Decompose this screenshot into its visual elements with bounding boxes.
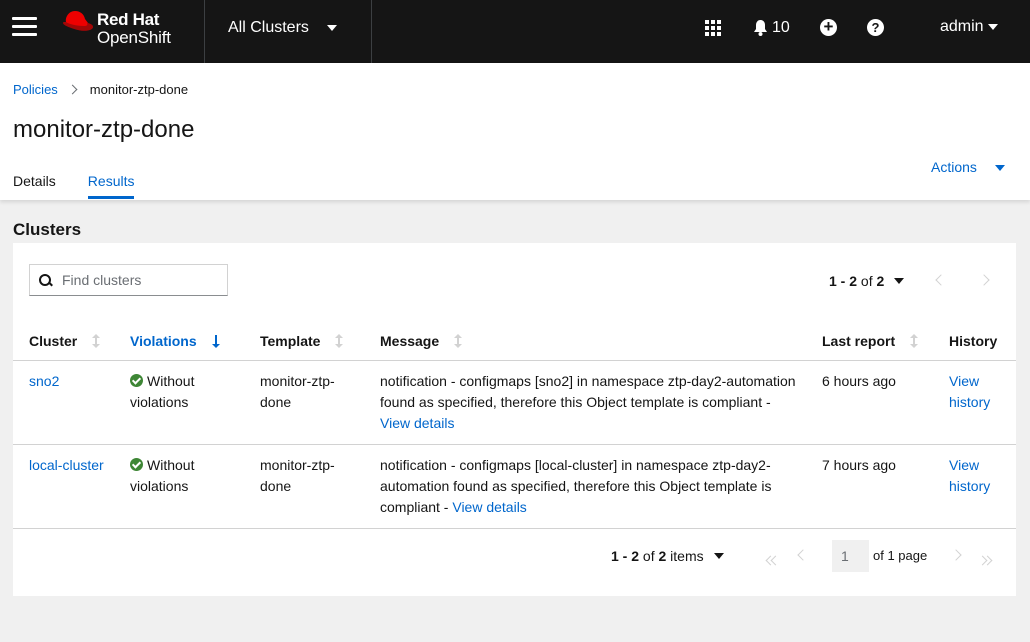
hamburger-icon[interactable] bbox=[12, 17, 37, 39]
sort-down-icon bbox=[211, 334, 221, 349]
caret-down-icon bbox=[987, 23, 998, 30]
breadcrumb: Policies monitor-ztp-done bbox=[13, 82, 188, 97]
page-header: Policies monitor-ztp-done monitor-ztp-do… bbox=[0, 63, 1030, 200]
cell-message: notification - configmaps [sno2] in name… bbox=[364, 360, 806, 445]
cluster-link[interactable]: sno2 bbox=[29, 373, 59, 389]
tab-results[interactable]: Results bbox=[87, 173, 134, 199]
sort-icon bbox=[334, 334, 344, 349]
angle-left-icon[interactable] bbox=[935, 274, 947, 286]
column-header-cluster[interactable]: Cluster bbox=[13, 323, 114, 361]
cluster-switcher-label: All Clusters bbox=[228, 19, 309, 36]
top-pagination-toggle[interactable]: 1 - 2 of 2 bbox=[829, 273, 905, 289]
bottom-pager-range: 1 - 2 bbox=[611, 548, 640, 564]
bottom-pager-items: items bbox=[670, 548, 704, 564]
sort-icon bbox=[909, 334, 919, 349]
plus-circle-icon[interactable]: + bbox=[820, 18, 837, 36]
cluster-link[interactable]: local-cluster bbox=[29, 457, 104, 473]
search-icon bbox=[39, 273, 52, 287]
user-menu[interactable]: admin bbox=[940, 18, 998, 36]
masthead-divider bbox=[371, 0, 372, 63]
check-circle-icon bbox=[130, 373, 143, 387]
cell-template: monitor-ztp-done bbox=[244, 360, 364, 445]
sort-icon bbox=[453, 334, 463, 349]
message-text: notification - configmaps [sno2] in name… bbox=[380, 372, 796, 410]
top-pager-of: of bbox=[860, 273, 873, 289]
view-details-link[interactable]: View details bbox=[380, 415, 454, 431]
bottom-pagination: 1 - 2 of 2 items of 1 page bbox=[13, 540, 1016, 576]
actions-dropdown[interactable]: Actions bbox=[931, 159, 1005, 175]
clusters-section-title: Clusters bbox=[13, 220, 82, 239]
view-details-link[interactable]: View details bbox=[452, 499, 526, 515]
page-title: monitor-ztp-done bbox=[13, 116, 195, 143]
page-number-input[interactable] bbox=[832, 540, 869, 572]
bell-icon bbox=[754, 20, 767, 36]
actions-label: Actions bbox=[931, 159, 977, 175]
top-pager-total: 2 bbox=[876, 273, 885, 289]
cell-message: notification - configmaps [local-cluster… bbox=[364, 444, 806, 529]
message-text: notification - configmaps [local-cluster… bbox=[380, 456, 772, 515]
column-header-message[interactable]: Message bbox=[364, 323, 806, 361]
angle-double-right-icon[interactable] bbox=[977, 551, 993, 567]
angle-right-icon[interactable] bbox=[978, 274, 990, 286]
cell-cluster: local-cluster bbox=[13, 444, 114, 529]
brand-line1: Red Hat bbox=[97, 10, 160, 29]
sort-icon bbox=[91, 334, 101, 349]
column-header-template[interactable]: Template bbox=[244, 323, 364, 361]
cell-cluster: sno2 bbox=[13, 360, 114, 445]
view-history-link[interactable]: View history bbox=[949, 373, 990, 410]
table-header-row: Cluster Violations Template Message Last… bbox=[13, 323, 1016, 361]
bottom-pager-total: 2 bbox=[658, 548, 667, 564]
cell-history: View history bbox=[933, 444, 1016, 529]
cluster-switcher-dropdown[interactable]: All Clusters bbox=[205, 0, 371, 63]
search-box bbox=[29, 264, 228, 296]
user-name: admin bbox=[940, 18, 984, 35]
app-launcher-icon[interactable] bbox=[705, 20, 721, 36]
column-header-last-report[interactable]: Last report bbox=[806, 323, 933, 361]
column-label: Last report bbox=[822, 333, 896, 350]
chevron-right-icon bbox=[67, 84, 78, 95]
angle-double-left-icon[interactable] bbox=[765, 551, 781, 567]
column-label: Template bbox=[260, 333, 321, 350]
caret-down-icon bbox=[994, 165, 1005, 172]
column-header-violations[interactable]: Violations bbox=[114, 323, 244, 361]
tab-details[interactable]: Details bbox=[13, 173, 56, 197]
caret-down-icon bbox=[327, 25, 337, 31]
brand-logo[interactable]: Red Hat OpenShift bbox=[60, 8, 185, 52]
view-history-link[interactable]: View history bbox=[949, 457, 990, 494]
page-count-label: of 1 page bbox=[873, 548, 928, 563]
masthead: Red Hat OpenShift All Clusters 10 + ? ad… bbox=[0, 0, 1030, 63]
question-circle-icon[interactable]: ? bbox=[867, 19, 884, 36]
check-circle-icon bbox=[130, 457, 143, 471]
bottom-pager-of: of bbox=[642, 548, 655, 564]
caret-down-icon bbox=[713, 553, 724, 559]
notification-count: 10 bbox=[772, 19, 790, 36]
column-label: History bbox=[949, 333, 998, 350]
breadcrumb-current: monitor-ztp-done bbox=[89, 82, 189, 97]
cell-violations: Without violations bbox=[114, 360, 244, 445]
top-pager-range: 1 - 2 bbox=[829, 273, 858, 289]
table-row: local-cluster Without violations monitor… bbox=[13, 444, 1016, 529]
cell-last-report: 7 hours ago bbox=[806, 444, 933, 529]
redhat-logo bbox=[63, 11, 93, 31]
per-page-toggle[interactable]: 1 - 2 of 2 items bbox=[611, 548, 724, 564]
clusters-table: Cluster Violations Template Message Last… bbox=[13, 323, 1016, 529]
angle-right-icon[interactable] bbox=[950, 549, 962, 561]
cell-template: monitor-ztp-done bbox=[244, 444, 364, 529]
table-row: sno2 Without violations monitor-ztp-done… bbox=[13, 360, 1016, 445]
search-input[interactable] bbox=[62, 272, 222, 288]
cell-history: View history bbox=[933, 360, 1016, 445]
brand-line2: OpenShift bbox=[97, 28, 171, 47]
caret-down-icon bbox=[894, 278, 905, 284]
breadcrumb-policies-link[interactable]: Policies bbox=[13, 82, 58, 97]
cell-last-report: 6 hours ago bbox=[806, 360, 933, 445]
clusters-card: 1 - 2 of 2 Cluster Violations Template M… bbox=[13, 243, 1016, 596]
angle-left-icon[interactable] bbox=[797, 549, 809, 561]
column-header-history: History bbox=[933, 323, 1016, 361]
column-label: Cluster bbox=[29, 333, 78, 350]
tab-bar: Details Results bbox=[13, 173, 166, 199]
column-label: Message bbox=[380, 333, 440, 350]
cell-violations: Without violations bbox=[114, 444, 244, 529]
column-label: Violations bbox=[130, 333, 197, 350]
